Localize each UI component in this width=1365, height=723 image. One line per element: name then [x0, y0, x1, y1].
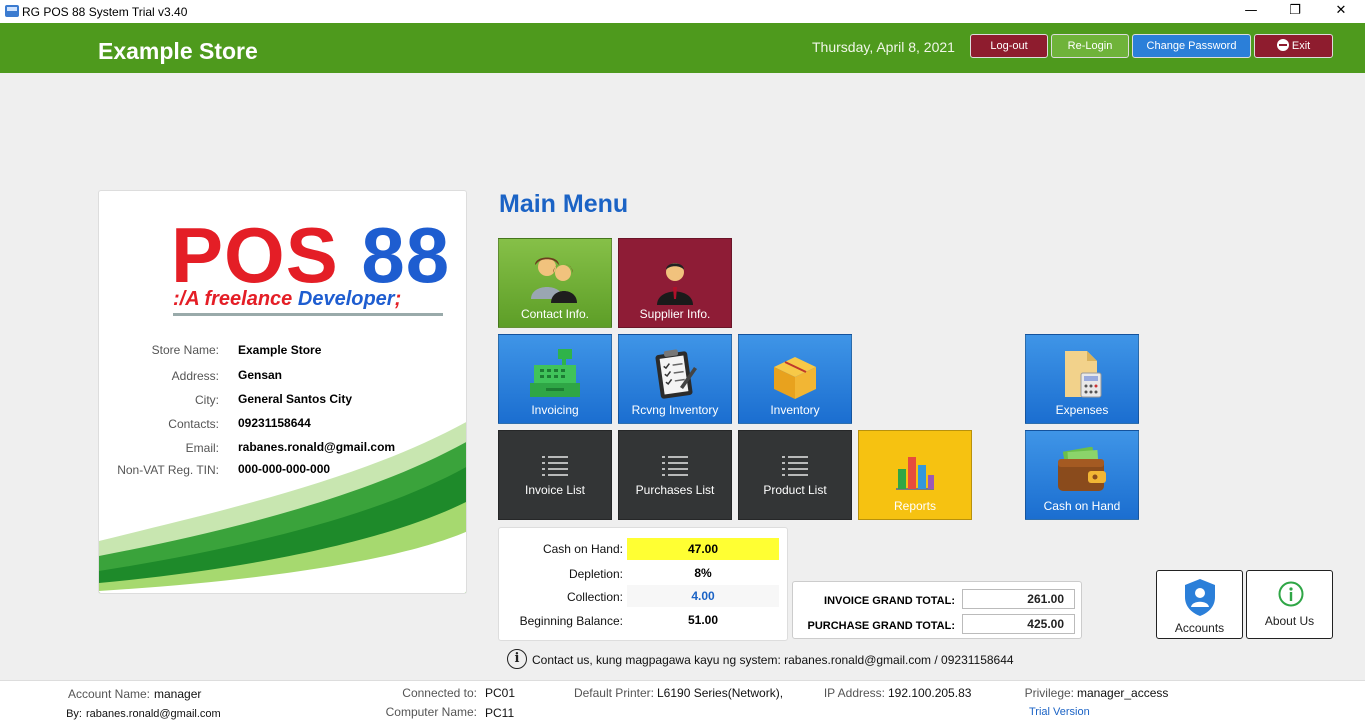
app-icon [5, 5, 19, 17]
tile-rcvng-inventory[interactable]: Rcvng Inventory [618, 334, 732, 424]
minimize-button[interactable]: — [1228, 0, 1274, 23]
logo-tagline: :/A freelance Developer; [173, 288, 402, 310]
accounts-button[interactable]: Accounts [1156, 570, 1243, 639]
collection-value: 4.00 [627, 585, 779, 607]
depletion-label: Depletion: [568, 567, 623, 581]
purchase-grand-total-value: 425.00 [962, 614, 1075, 634]
tile-label: Contact Info. [520, 307, 590, 321]
list-icon [542, 456, 568, 476]
tile-purchases-list[interactable]: Purchases List [618, 430, 732, 520]
expenses-document-icon [1065, 351, 1102, 398]
address-value: Gensan [238, 368, 283, 382]
default-printer-label: Default Printer: [573, 686, 654, 700]
bar-chart-icon [896, 457, 934, 490]
trial-version-label: Trial Version [1029, 706, 1090, 718]
cash-on-hand-label: Cash on Hand: [542, 542, 623, 556]
list-icon [662, 456, 688, 476]
exit-icon [1276, 39, 1289, 51]
store-name-value: Example Store [238, 343, 322, 357]
tile-cash-on-hand[interactable]: Cash on Hand [1025, 430, 1139, 520]
tile-expenses[interactable]: Expenses [1025, 334, 1139, 424]
purchase-grand-total-label: PURCHASE GRAND TOTAL: [807, 620, 955, 632]
exit-label: Exit [1291, 40, 1311, 52]
status-footer: Account Name: manager By: rabanes.ronald… [0, 680, 1365, 723]
tile-contact-info[interactable]: Contact Info. [498, 238, 612, 328]
tile-label: Cash on Hand [1043, 499, 1121, 513]
maximize-button[interactable]: ❐ [1272, 0, 1318, 23]
close-window-button[interactable]: ✕ [1318, 0, 1364, 23]
window-title: RG POS 88 System Trial v3.40 [22, 5, 188, 19]
invoice-grand-total-value: 261.00 [962, 589, 1075, 609]
tile-label: Product List [763, 483, 827, 497]
address-label: Address: [171, 369, 219, 383]
main-menu-title: Main Menu [499, 190, 629, 218]
store-title: Example Store [98, 38, 258, 64]
change-password-button[interactable]: Change Password [1132, 34, 1251, 58]
accounts-label: Accounts [1174, 621, 1225, 635]
tile-label: Invoicing [531, 403, 579, 417]
tile-invoice-list[interactable]: Invoice List [498, 430, 612, 520]
depletion-value: 8% [694, 566, 712, 580]
cash-summary-panel: Cash on Hand: 47.00 Depletion: 8% Collec… [498, 527, 788, 641]
logo: POS 88 [171, 211, 451, 299]
tile-label: Rcvng Inventory [631, 403, 719, 417]
green-wave-decoration [99, 422, 466, 593]
tile-invoicing[interactable]: Invoicing [498, 334, 612, 424]
connected-to-label: Connected to: [402, 686, 477, 700]
connected-to-value: PC01 [485, 686, 516, 700]
computer-name-value: PC11 [485, 706, 515, 720]
tile-supplier-info[interactable]: Supplier Info. [618, 238, 732, 328]
header-date: Thursday, April 8, 2021 [812, 39, 955, 55]
cash-on-hand-value: 47.00 [627, 538, 779, 560]
clipboard-checklist-icon [655, 349, 697, 399]
collection-label: Collection: [566, 590, 623, 604]
window-titlebar: RG POS 88 System Trial v3.40 — ❐ ✕ [0, 0, 1365, 23]
logo-underline [173, 313, 443, 316]
account-name-label: Account Name: [67, 687, 150, 701]
cash-register-icon [530, 349, 580, 397]
tile-label: Purchases List [635, 483, 715, 497]
store-name-label: Store Name: [151, 343, 219, 357]
relogin-button[interactable]: Re-Login [1051, 34, 1129, 58]
by-label: By: [66, 708, 82, 720]
beginning-balance-value: 51.00 [687, 613, 719, 627]
privilege-value: manager_access [1077, 686, 1169, 700]
shield-user-icon [1185, 579, 1215, 616]
grand-totals-panel: INVOICE GRAND TOTAL: 261.00 PURCHASE GRA… [792, 581, 1082, 639]
tile-label: Reports [893, 499, 937, 513]
contacts-icon [531, 257, 577, 303]
account-name-value: manager [154, 687, 202, 701]
store-info-card: POS 88 :/A freelance Developer; Store Na… [98, 190, 467, 594]
about-us-label: About Us [1264, 614, 1315, 628]
tile-label: Expenses [1055, 403, 1109, 417]
tile-product-list[interactable]: Product List [738, 430, 852, 520]
tile-reports[interactable]: Reports [858, 430, 972, 520]
invoice-grand-total-label: INVOICE GRAND TOTAL: [824, 595, 955, 607]
computer-name-label: Computer Name: [385, 705, 477, 719]
exit-button[interactable]: Exit [1254, 34, 1333, 58]
beginning-balance-label: Beginning Balance: [519, 614, 623, 628]
about-us-button[interactable]: About Us [1246, 570, 1333, 639]
header-bar: Example Store Thursday, April 8, 2021 Lo… [0, 23, 1365, 73]
contact-line: Contact us, kung magpagawa kayu ng syste… [532, 653, 1014, 667]
city-value: General Santos City [238, 392, 353, 406]
list-icon [782, 456, 808, 476]
wallet-icon [1058, 447, 1106, 491]
city-label: City: [195, 393, 219, 407]
default-printer-value: L6190 Series(Network), [657, 686, 784, 700]
box-icon [774, 357, 816, 399]
supplier-person-icon [657, 263, 693, 305]
info-icon: i [507, 649, 527, 669]
privilege-label: Privilege: [1024, 686, 1074, 700]
tile-label: Inventory [770, 403, 820, 417]
ip-address-label: IP Address: [823, 686, 885, 700]
by-value: rabanes.ronald@gmail.com [86, 708, 221, 720]
info-circle-icon [1278, 581, 1304, 607]
ip-address-value: 192.100.205.83 [888, 686, 972, 700]
logout-button[interactable]: Log-out [970, 34, 1048, 58]
tile-inventory[interactable]: Inventory [738, 334, 852, 424]
tile-label: Supplier Info. [639, 307, 711, 321]
tile-label: Invoice List [524, 483, 586, 497]
